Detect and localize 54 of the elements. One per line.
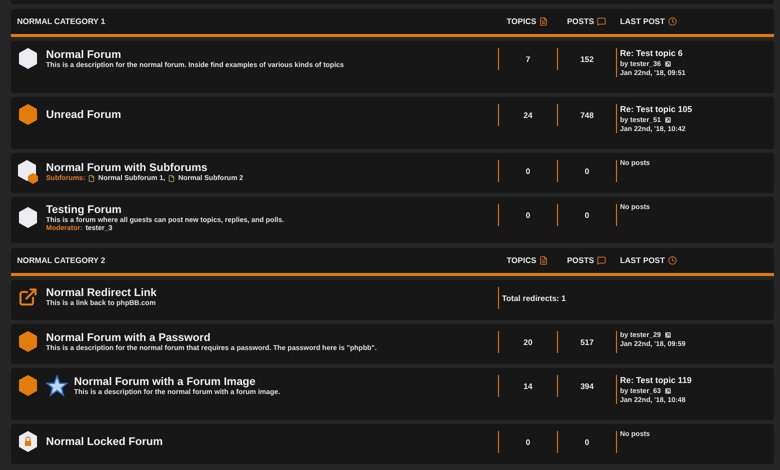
view-post-icon[interactable] [664, 60, 672, 68]
file-icon [168, 175, 176, 182]
topics-count: 0 [526, 166, 530, 176]
speech-bubble-icon [597, 17, 606, 26]
column-header: POSTS [566, 256, 594, 265]
forum-title[interactable]: Testing Forum [46, 204, 284, 216]
view-post-icon[interactable] [664, 387, 672, 395]
view-post-icon[interactable] [664, 116, 672, 124]
document-icon [539, 17, 548, 26]
redirect-count: Total redirects: 1 [502, 294, 566, 302]
posts-count: 152 [580, 54, 594, 64]
topics-count: 0 [526, 210, 530, 220]
external-link-icon [18, 287, 38, 307]
posts-count: 0 [584, 438, 590, 446]
topics-count: 0 [526, 438, 530, 446]
column-header: TOPICS [506, 17, 536, 26]
forum-title[interactable]: Normal Forum [46, 49, 344, 61]
category-title[interactable]: NORMAL CATEGORY 2 [17, 256, 498, 265]
column-header: TOPICS [506, 256, 536, 265]
hexagon-icon [18, 207, 38, 229]
posts-count: 748 [580, 110, 594, 120]
forum-title[interactable]: Normal Forum with a Forum Image [74, 376, 280, 388]
topics-count: 14 [524, 382, 532, 390]
forum-title[interactable]: Unread Forum [46, 109, 122, 121]
column-header: POSTS [566, 17, 594, 26]
forum-title[interactable]: Normal Locked Forum [46, 436, 163, 448]
topics-count: 7 [526, 54, 530, 64]
file-icon [88, 175, 96, 182]
column-header: LAST POST [620, 17, 665, 26]
document-icon [539, 256, 548, 265]
view-post-icon[interactable] [664, 331, 672, 339]
topics-count: 20 [524, 338, 532, 346]
category-title[interactable]: NORMAL CATEGORY 1 [17, 17, 498, 26]
last-post-title[interactable]: Re: Test topic 6 [620, 48, 774, 58]
forum-title[interactable]: Normal Redirect Link [46, 287, 157, 299]
topics-count: 24 [524, 110, 532, 120]
hexagon-icon [18, 331, 38, 353]
lock-hexagon-icon [18, 431, 38, 453]
forum-title[interactable]: Normal Forum with Subforums [46, 162, 244, 174]
hexagon-icon [18, 48, 38, 70]
speech-bubble-icon [597, 256, 606, 265]
column-header: LAST POST [620, 256, 665, 265]
posts-count: 394 [580, 382, 594, 390]
clock-icon [668, 17, 677, 26]
last-post-title[interactable]: Re: Test topic 105 [620, 104, 774, 114]
clock-icon [668, 256, 677, 265]
posts-count: 0 [584, 210, 590, 220]
posts-count: 517 [580, 338, 594, 346]
posts-count: 0 [584, 166, 590, 176]
hexagon-icon [18, 104, 38, 126]
hexagon-icon [18, 375, 38, 397]
hexagons-icon [17, 160, 39, 184]
last-post-title[interactable]: Re: Test topic 119 [620, 375, 774, 385]
forum-title[interactable]: Normal Forum with a Password [46, 332, 377, 344]
